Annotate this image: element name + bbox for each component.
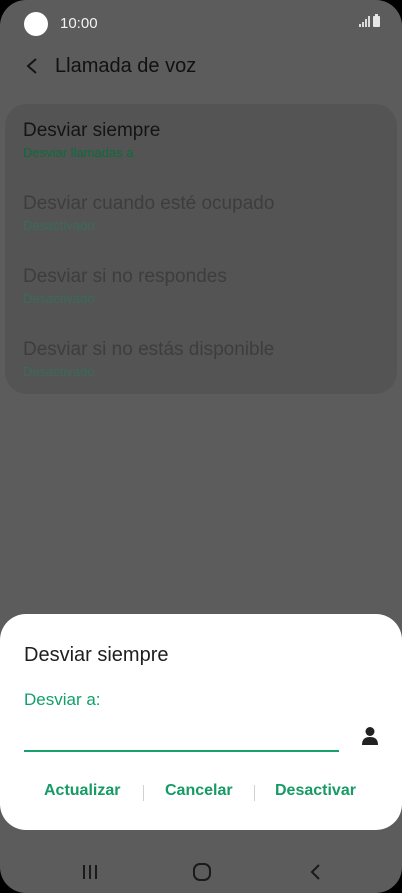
chevron-left-icon bbox=[26, 58, 37, 74]
setting-subtitle: Desactivado bbox=[23, 291, 95, 306]
setting-subtitle: Desactivado bbox=[23, 364, 95, 379]
forwarding-settings-list: Desviar siempre Desviar llamadas a Desvi… bbox=[5, 104, 397, 394]
navigation-bar bbox=[0, 848, 402, 893]
forward-to-label: Desviar a: bbox=[24, 690, 101, 709]
home-button[interactable] bbox=[182, 858, 222, 886]
person-icon bbox=[362, 727, 378, 745]
cancel-button[interactable]: Cancelar bbox=[165, 782, 233, 800]
signal-icon bbox=[359, 16, 370, 27]
divider bbox=[254, 785, 255, 801]
forward-dialog: Desviar siempre Desviar a: Actualizar Ca… bbox=[0, 614, 402, 830]
page-title: Llamada de voz bbox=[55, 55, 197, 77]
back-button[interactable] bbox=[18, 52, 46, 80]
setting-item-no-answer[interactable]: Desviar si no respondes Desactivado bbox=[23, 266, 383, 306]
nav-back-button[interactable] bbox=[295, 858, 335, 886]
setting-item-always[interactable]: Desviar siempre Desviar llamadas a bbox=[23, 120, 383, 160]
recents-icon bbox=[83, 865, 97, 879]
dialog-actions: Actualizar Cancelar Desactivar bbox=[0, 780, 402, 806]
phone-screen: 10:00 Llamada de voz Desviar siempre Des… bbox=[0, 0, 402, 893]
setting-subtitle: Desactivado bbox=[23, 218, 95, 233]
status-time: 10:00 bbox=[60, 15, 98, 32]
update-button[interactable]: Actualizar bbox=[44, 782, 120, 800]
camera-cutout bbox=[24, 12, 48, 36]
app-bar: Llamada de voz bbox=[0, 48, 402, 88]
setting-title: Desviar si no estás disponible bbox=[23, 339, 275, 360]
dialog-title: Desviar siempre bbox=[24, 644, 169, 666]
setting-title: Desviar si no respondes bbox=[23, 266, 227, 287]
back-icon bbox=[310, 864, 320, 880]
forward-number-input[interactable] bbox=[24, 720, 339, 752]
status-icons bbox=[359, 14, 380, 27]
setting-item-busy[interactable]: Desviar cuando esté ocupado Desactivado bbox=[23, 193, 383, 233]
home-icon bbox=[193, 863, 211, 881]
setting-title: Desviar cuando esté ocupado bbox=[23, 193, 275, 214]
deactivate-button[interactable]: Desactivar bbox=[275, 782, 356, 800]
setting-title: Desviar siempre bbox=[23, 120, 161, 141]
contacts-button[interactable] bbox=[356, 722, 384, 750]
battery-icon bbox=[373, 14, 380, 27]
setting-item-unreachable[interactable]: Desviar si no estás disponible Desactiva… bbox=[23, 339, 383, 379]
status-bar: 10:00 bbox=[0, 0, 402, 48]
setting-subtitle: Desviar llamadas a bbox=[23, 145, 134, 160]
recents-button[interactable] bbox=[70, 858, 110, 886]
divider bbox=[143, 785, 144, 801]
